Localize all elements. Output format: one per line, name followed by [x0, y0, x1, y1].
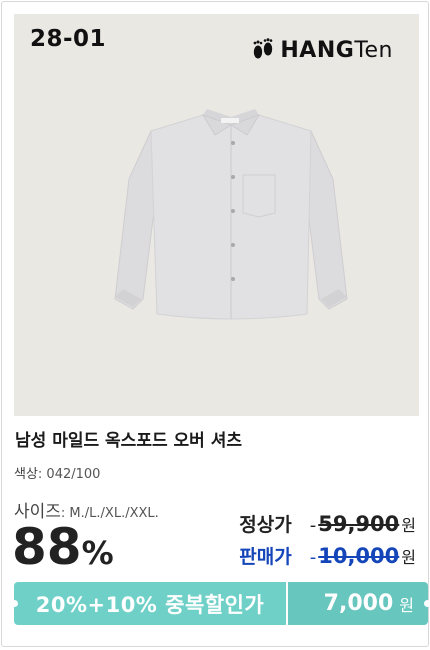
sale-price-currency: 원: [401, 548, 416, 567]
regular-price-value: 59,900: [318, 512, 400, 536]
shirt-image: [114, 109, 348, 320]
discount-number: 88: [12, 518, 82, 576]
banner-text: 20%+10% 중복할인가: [35, 592, 265, 617]
banner-dot-left: [11, 600, 18, 607]
sale-price-label: 판매가: [239, 546, 292, 568]
sale-price-row: 판매가 - 10,000 원: [239, 542, 416, 574]
banner-price: 7,000: [323, 591, 394, 616]
regular-price-currency: 원: [401, 516, 416, 535]
color-info: 색상: 042/100: [14, 463, 100, 482]
regular-price-label: 정상가: [239, 514, 292, 536]
discount-rate: 88%: [12, 522, 114, 572]
banner-dot-right: [424, 600, 430, 607]
color-label: 색상: [14, 467, 38, 482]
brand-name-light: Ten: [354, 37, 393, 63]
color-value: : 042/100: [37, 467, 101, 482]
regular-price-dash: -: [309, 515, 317, 536]
product-card[interactable]: 28-01 HANGTen 남성 마일드 옥스포드 오버 셔츠 색상: 042/…: [1, 1, 430, 647]
sale-price-dash: -: [309, 547, 317, 568]
banner-currency: 원: [399, 595, 414, 615]
brand-name-bold: HANG: [280, 37, 355, 63]
footprints-icon: [253, 38, 273, 59]
product-code: 28-01: [30, 26, 107, 52]
brand-name: HANGTen: [280, 38, 393, 63]
double-discount-banner[interactable]: 20%+10% 중복할인가 7,000 원: [11, 582, 430, 625]
product-title[interactable]: 남성 마일드 옥스포드 오버 셔츠: [15, 426, 242, 451]
banner-label-section: 20%+10% 중복할인가: [11, 582, 286, 625]
brand-logo: HANGTen: [252, 37, 393, 63]
product-image-area[interactable]: 28-01 HANGTen: [14, 14, 419, 416]
price-block: 정상가 - 59,900 원 판매가 - 10,000 원: [239, 510, 416, 574]
regular-price-row: 정상가 - 59,900 원: [239, 510, 416, 542]
banner-price-section: 7,000 원: [288, 582, 430, 625]
percent-symbol: %: [81, 534, 114, 572]
sale-price-value: 10,000: [318, 544, 400, 568]
